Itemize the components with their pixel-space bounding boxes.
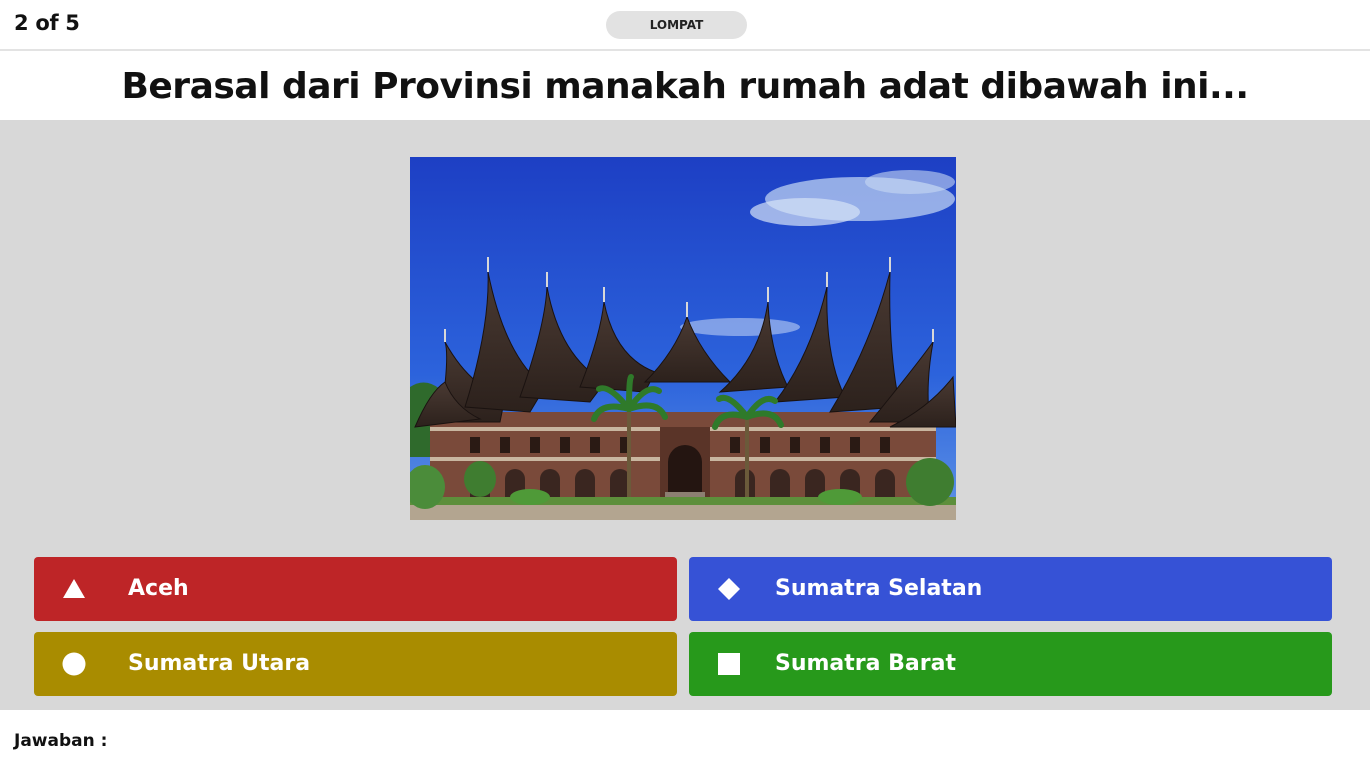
top-bar: 2 of 5 LOMPAT [0, 0, 1370, 51]
question-counter: 2 of 5 [14, 11, 80, 35]
triangle-icon [63, 579, 85, 598]
diamond-icon [718, 578, 740, 600]
answer-option-sumatra-selatan[interactable]: Sumatra Selatan [689, 557, 1332, 621]
question-bar: Berasal dari Provinsi manakah rumah adat… [0, 53, 1370, 120]
footer: Jawaban : [0, 710, 1370, 771]
photo-illustration [410, 157, 956, 520]
answer-option-sumatra-utara[interactable]: Sumatra Utara [34, 632, 677, 696]
answer-label: Sumatra Selatan [775, 576, 983, 601]
question-stage: Aceh Sumatra Selatan Sumatra Utara Sumat… [0, 120, 1370, 710]
answer-label: Sumatra Barat [775, 651, 956, 676]
square-icon [718, 653, 740, 675]
skip-button[interactable]: LOMPAT [606, 11, 747, 39]
answer-option-sumatra-barat[interactable]: Sumatra Barat [689, 632, 1332, 696]
circle-icon [62, 652, 86, 676]
answer-label: Sumatra Utara [128, 651, 311, 676]
rumah-gadang-photo [410, 157, 956, 520]
question-text: Berasal dari Provinsi manakah rumah adat… [121, 66, 1249, 107]
answer-option-aceh[interactable]: Aceh [34, 557, 677, 621]
answer-prompt: Jawaban : [14, 731, 108, 751]
answer-label: Aceh [128, 576, 189, 601]
